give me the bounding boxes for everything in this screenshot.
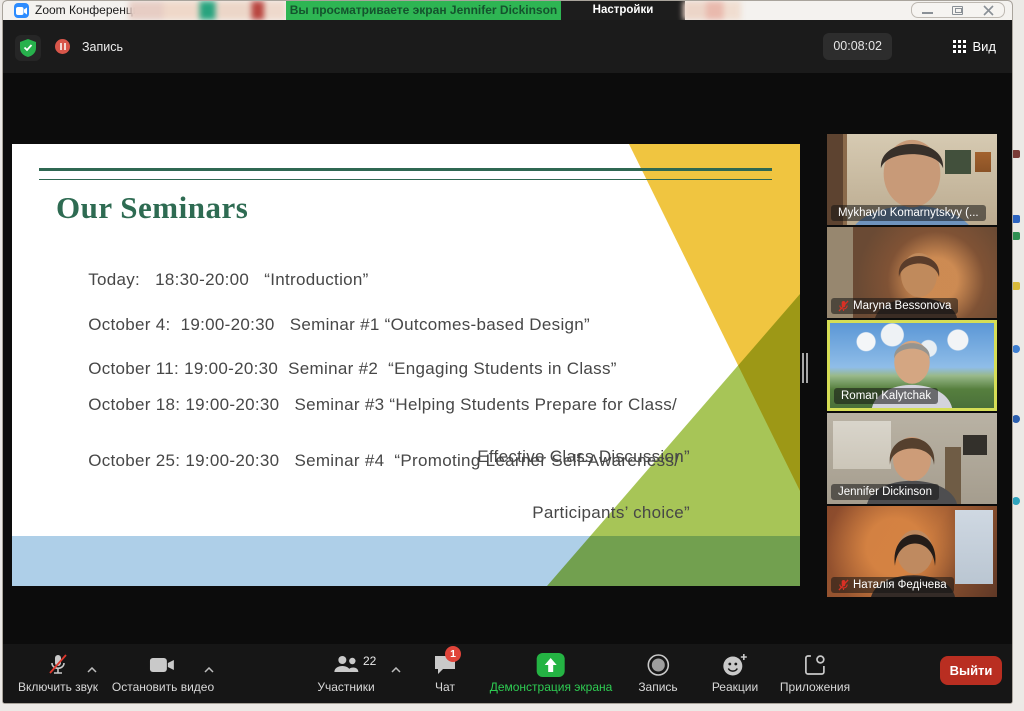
shield-check-icon	[20, 39, 36, 57]
participant-name: Jennifer Dickinson	[838, 486, 932, 498]
stop-video-label: Остановить видео	[112, 680, 214, 694]
seminar-row-text: October 25: 19:00-20:30 Seminar #4 “Prom…	[88, 451, 679, 470]
participant-name-tag: Mykhaylo Komarnytskyy (...	[831, 205, 986, 221]
zoom-app-icon	[14, 3, 29, 18]
grid-view-icon	[953, 40, 966, 53]
window-title-bar: Zoom Конференция Вы просматриваете экран…	[3, 1, 1012, 20]
window-controls	[911, 2, 1005, 18]
presentation-slide: Our Seminars Today: 18:30-20:00 “Introdu…	[12, 144, 800, 586]
recording-icon	[55, 39, 70, 54]
video-thumbnail[interactable]: Наталія Федічева	[827, 506, 997, 597]
slide-rule-thin	[39, 179, 772, 180]
participant-name: Roman Kalytchak	[841, 390, 931, 402]
viewing-screen-banner: Вы просматриваете экран Jennifer Dickins…	[286, 1, 561, 20]
apps-icon	[803, 652, 827, 678]
participants-count: 22	[363, 654, 376, 668]
background-window-blur	[129, 1, 286, 20]
unmute-label: Включить звук	[18, 680, 98, 694]
participant-name-tag: Jennifer Dickinson	[831, 484, 939, 500]
stop-video-button[interactable]: Остановить видео	[112, 652, 214, 694]
video-thumbnail[interactable]: Maryna Bessonova	[827, 227, 997, 318]
mic-muted-icon	[838, 300, 849, 312]
mic-muted-icon	[838, 579, 849, 591]
camera-icon	[150, 652, 176, 678]
share-screen-icon	[537, 653, 565, 677]
audio-options-chevron[interactable]	[87, 660, 97, 678]
view-label: Вид	[972, 39, 996, 54]
zoom-meeting-window: Zoom Конференция Вы просматриваете экран…	[2, 0, 1013, 704]
meeting-timer: 00:08:02	[823, 33, 892, 60]
recording-label: Запись	[82, 40, 123, 54]
participants-button[interactable]: 22 Участники	[317, 652, 374, 694]
leave-meeting-button[interactable]: Выйти	[940, 656, 1002, 685]
recording-indicator[interactable]: Запись	[55, 39, 123, 54]
record-icon	[646, 652, 670, 678]
reactions-label: Реакции	[712, 680, 758, 694]
record-button[interactable]: Запись	[638, 652, 677, 694]
record-label: Запись	[638, 680, 677, 694]
video-thumbnail[interactable]: Jennifer Dickinson	[827, 413, 997, 504]
chat-icon: 1	[433, 652, 457, 678]
apps-button[interactable]: Приложения	[780, 652, 850, 694]
mic-muted-icon	[47, 652, 69, 678]
view-layout-button[interactable]: Вид	[953, 33, 996, 60]
seminar-row-continuation: Participants’ choice”	[48, 500, 762, 526]
slide-title: Our Seminars	[56, 190, 248, 226]
desktop-icon	[1012, 415, 1020, 423]
seminar-row-text: October 18: 19:00-20:30 Seminar #3 “Help…	[88, 395, 677, 414]
shared-screen-area: Our Seminars Today: 18:30-20:00 “Introdu…	[3, 73, 1012, 646]
participant-name: Mykhaylo Komarnytskyy (...	[838, 207, 979, 219]
sidebar-resize-handle[interactable]	[801, 353, 810, 383]
participants-options-chevron[interactable]	[391, 660, 401, 678]
view-settings-dropdown[interactable]: Настройки просмотра	[561, 1, 685, 20]
chat-label: Чат	[435, 680, 455, 694]
desktop-icon	[1012, 215, 1020, 223]
meeting-toolbar: Включить звук Остановить видео 22 Участн…	[3, 644, 1012, 703]
meeting-header-bar: Запись 00:08:02 Вид	[3, 20, 1012, 73]
minimize-icon[interactable]	[922, 6, 933, 14]
participant-name-tag: Наталія Федічева	[831, 577, 954, 593]
seminar-row: October 25: 19:00-20:30 Seminar #4 “Prom…	[48, 422, 762, 578]
desktop-icon	[1012, 497, 1020, 505]
video-thumbnail[interactable]: Roman Kalytchak	[827, 320, 997, 411]
share-screen-button[interactable]: Демонстрация экрана	[490, 652, 613, 694]
desktop-icon	[1012, 345, 1020, 353]
participant-name: Maryna Bessonova	[853, 300, 951, 312]
participant-name: Наталія Федічева	[853, 579, 947, 591]
desktop-icon	[1012, 282, 1020, 290]
participants-label: Участники	[317, 680, 374, 694]
chat-badge: 1	[445, 646, 461, 662]
video-options-chevron[interactable]	[204, 660, 214, 678]
participant-name-tag: Maryna Bessonova	[831, 298, 958, 314]
reactions-button[interactable]: Реакции	[712, 652, 758, 694]
unmute-button[interactable]: Включить звук	[18, 652, 98, 694]
close-icon[interactable]	[983, 6, 994, 15]
share-screen-label: Демонстрация экрана	[490, 680, 613, 694]
restore-icon[interactable]	[952, 6, 963, 15]
meeting-info-shield-button[interactable]	[15, 35, 41, 61]
participant-name-tag: Roman Kalytchak	[834, 388, 938, 404]
desktop-icon	[1012, 232, 1020, 240]
apps-label: Приложения	[780, 680, 850, 694]
slide-rule-thick	[39, 168, 772, 171]
participants-video-sidebar: Mykhaylo Komarnytskyy (... Maryna Besson…	[827, 134, 997, 599]
chat-button[interactable]: 1 Чат	[433, 652, 457, 694]
desktop-icon	[1012, 150, 1020, 158]
background-window-blur	[683, 1, 741, 20]
video-thumbnail[interactable]: Mykhaylo Komarnytskyy (...	[827, 134, 997, 225]
desktop-background-edge	[0, 704, 1024, 711]
smiley-plus-icon	[722, 652, 748, 678]
participants-icon: 22	[333, 652, 359, 678]
